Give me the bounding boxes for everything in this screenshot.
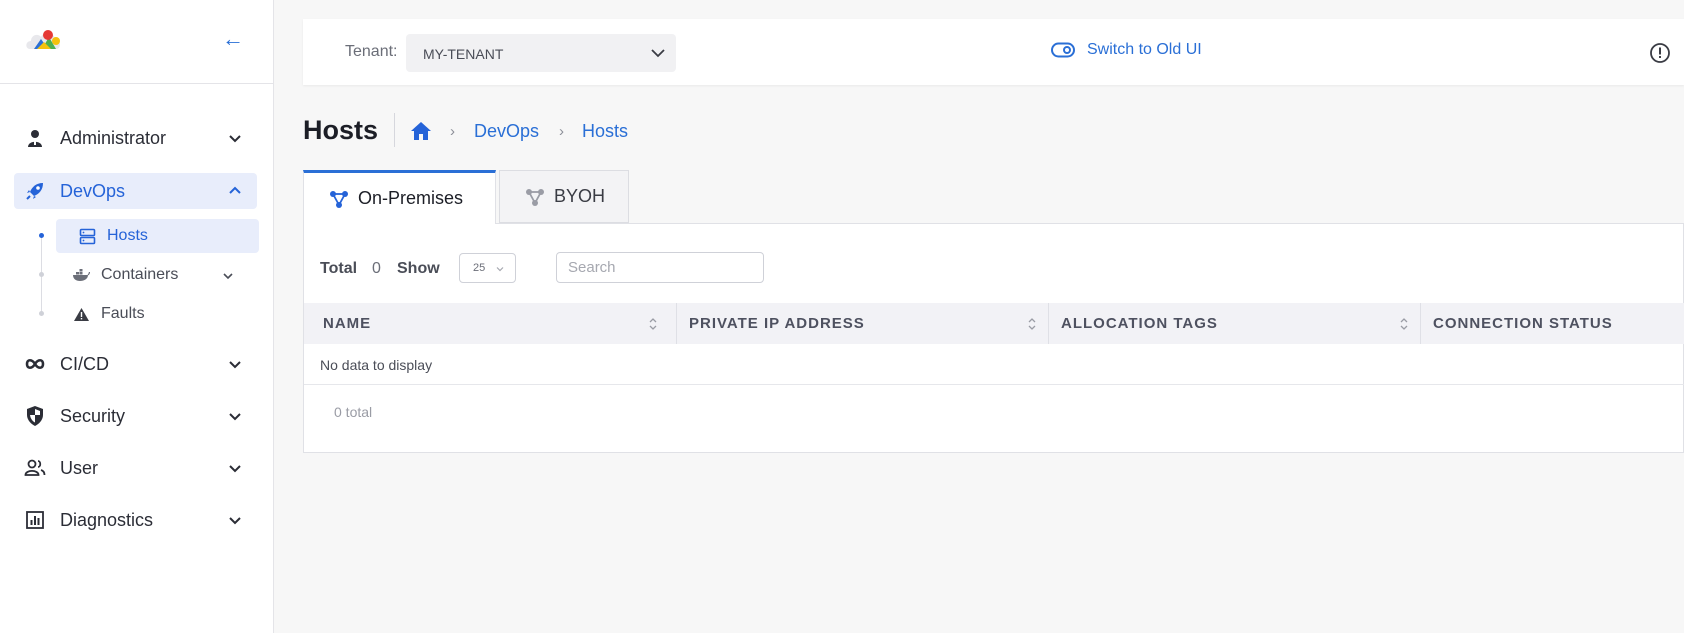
chevron-down-icon: [229, 135, 241, 143]
admin-user-icon: [24, 127, 46, 149]
infinity-icon: [24, 353, 46, 375]
page-title: Hosts: [303, 115, 379, 145]
tab-label: On-Premises: [358, 188, 464, 208]
sidebar-item-diagnostics[interactable]: Diagnostics: [14, 502, 257, 538]
switch-to-old-ui-link[interactable]: Switch to Old UI: [1051, 41, 1202, 59]
chevron-down-icon: [496, 267, 504, 272]
alert-circle-icon[interactable]: [1649, 42, 1671, 64]
title-divider: [394, 113, 395, 147]
column-header-connection-status[interactable]: CONNECTION STATUS: [1433, 303, 1683, 344]
footer-total: 0 total: [334, 404, 373, 420]
chevron-down-icon: [229, 413, 241, 421]
breadcrumb-separator: ›: [559, 123, 564, 140]
shield-icon: [24, 405, 46, 427]
chevron-down-icon: [229, 517, 241, 525]
sidebar-subitem-containers[interactable]: Containers: [56, 258, 259, 292]
sidebar-header: ←: [0, 0, 273, 84]
sidebar-item-label: User: [60, 457, 99, 478]
sidebar-subitem-label: Containers: [101, 266, 179, 283]
tenant-value: MY-TENANT: [423, 46, 504, 62]
sidebar: ← Administrator DevOps Hosts Containers: [0, 0, 274, 633]
sidebar-item-administrator[interactable]: Administrator: [14, 120, 257, 156]
sidebar-subitem-faults[interactable]: Faults: [56, 297, 259, 331]
collapse-sidebar-icon[interactable]: ←: [222, 28, 244, 50]
column-header-allocation-tags[interactable]: ALLOCATION TAGS: [1061, 303, 1411, 344]
column-header-private-ip-address[interactable]: PRIVATE IP ADDRESS: [689, 303, 1039, 344]
app-logo[interactable]: [24, 27, 64, 55]
hosts-table-panel: Total 0 Show 25 NAME PRIVATE IP ADDRESS …: [303, 223, 1684, 453]
sidebar-item-label: CI/CD: [60, 353, 109, 374]
tab-on-premises[interactable]: On-Premises: [303, 170, 496, 224]
server-icon: [78, 227, 96, 245]
sidebar-subitem-label: Faults: [101, 305, 145, 322]
sort-icon: [649, 318, 657, 330]
sidebar-item-label: Diagnostics: [60, 509, 154, 530]
search-input[interactable]: [556, 252, 764, 283]
sidebar-subitem-label: Hosts: [107, 227, 148, 244]
empty-table-row: No data to display: [304, 344, 1684, 385]
sidebar-item-label: Administrator: [60, 127, 167, 148]
column-label: NAME: [323, 315, 372, 332]
sidebar-item-devops[interactable]: DevOps: [14, 173, 257, 209]
column-label: PRIVATE IP ADDRESS: [689, 315, 865, 332]
chevron-down-icon: [229, 465, 241, 473]
network-nodes-icon: [330, 190, 348, 208]
total-label: Total: [320, 260, 358, 277]
tree-dot: [39, 311, 44, 316]
breadcrumb-separator: ›: [450, 123, 455, 140]
users-icon: [24, 457, 46, 479]
home-icon[interactable]: [410, 120, 432, 142]
page-size-value: 25: [473, 262, 486, 274]
breadcrumb-hosts[interactable]: Hosts: [582, 121, 628, 142]
chevron-down-icon: [229, 361, 241, 369]
column-header-name[interactable]: NAME: [323, 303, 657, 344]
column-label: ALLOCATION TAGS: [1061, 315, 1218, 332]
tab-label: BYOH: [554, 186, 606, 206]
breadcrumb-devops[interactable]: DevOps: [474, 121, 539, 142]
chevron-up-icon: [229, 186, 241, 194]
sidebar-item-user[interactable]: User: [14, 450, 257, 486]
chevron-down-icon: [651, 49, 665, 58]
switch-to-old-ui-label: Switch to Old UI: [1087, 41, 1202, 58]
sidebar-item-label: DevOps: [60, 180, 126, 201]
sidebar-item-security[interactable]: Security: [14, 398, 257, 434]
docker-icon: [72, 266, 90, 284]
column-label: CONNECTION STATUS: [1433, 315, 1613, 332]
empty-message: No data to display: [320, 357, 433, 373]
show-label: Show: [397, 260, 440, 277]
sidebar-item-label: Security: [60, 405, 126, 426]
tree-dot: [39, 272, 44, 277]
column-divider: [676, 303, 677, 344]
total-count: 0: [372, 260, 381, 277]
tree-dot: [39, 233, 44, 238]
toggle-icon: [1051, 42, 1075, 58]
sort-icon: [1400, 318, 1408, 330]
rocket-icon: [24, 180, 46, 202]
chevron-down-icon: [223, 273, 233, 280]
bar-chart-icon: [24, 509, 46, 531]
warning-icon: [72, 305, 90, 323]
top-bar: Tenant: MY-TENANT Switch to Old UI: [303, 19, 1684, 85]
page-size-select[interactable]: 25: [459, 253, 516, 283]
tenant-label: Tenant:: [345, 43, 398, 60]
network-nodes-icon: [526, 188, 544, 206]
table-header: NAME PRIVATE IP ADDRESS ALLOCATION TAGS …: [304, 303, 1684, 344]
tenant-select[interactable]: MY-TENANT: [406, 34, 676, 72]
column-divider: [1048, 303, 1049, 344]
column-divider: [1420, 303, 1421, 344]
tab-byoh[interactable]: BYOH: [499, 170, 629, 223]
sort-icon: [1028, 318, 1036, 330]
sidebar-subitem-hosts[interactable]: Hosts: [56, 219, 259, 253]
sidebar-item-cicd[interactable]: CI/CD: [14, 346, 257, 382]
